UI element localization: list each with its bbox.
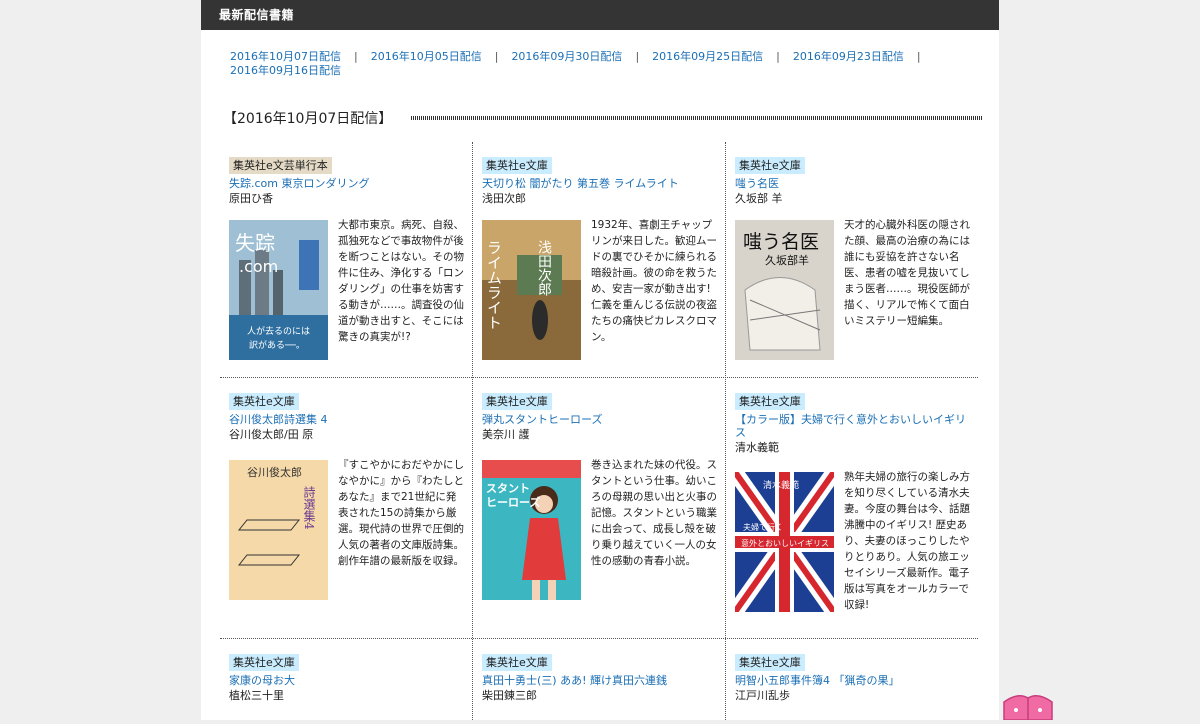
date-link[interactable]: 2016年10月07日配信	[230, 50, 341, 64]
book-author: 美奈川 護	[482, 428, 530, 441]
book-description: 天才的心臓外科医の隠された顔、最高の治療の為には誰にも妥協を許さない名医、患者の…	[844, 219, 970, 327]
book-label: 集英社e文芸単行本	[229, 157, 332, 174]
book-cover-image[interactable]: 失踪 .com 人が去るのには 訳がある──。	[229, 220, 328, 360]
book-card: 集英社e文庫 天切り松 闇がたり 第五巻 ライムライト 浅田次郎 浅田次郎 ライ…	[473, 142, 725, 377]
book-label: 集英社e文庫	[735, 654, 805, 671]
book-cover-image[interactable]: 嗤う名医 久坂部羊	[735, 220, 834, 360]
date-link[interactable]: 2016年09月30日配信	[511, 50, 622, 64]
date-link[interactable]: 2016年10月05日配信	[371, 50, 482, 64]
cover-text: 清水義範	[763, 479, 799, 491]
book-author: 浅田次郎	[482, 192, 526, 205]
cover-text: スタント	[486, 482, 530, 495]
cover-text: 久坂部羊	[765, 253, 809, 267]
book-mascot-icon[interactable]	[998, 684, 1058, 721]
book-description: 『すこやかにおだやかにしなやかに』から『わたしとあなた』まで21世紀に発表された…	[338, 459, 464, 567]
book-card: 集英社e文庫 谷川俊太郎詩選集 4 谷川俊太郎/田 原 谷川俊太郎 詩選集4 『…	[220, 378, 472, 638]
book-author: 久坂部 羊	[735, 192, 783, 205]
book-label: 集英社e文庫	[735, 393, 805, 410]
book-title-link[interactable]: 谷川俊太郎詩選集 4	[229, 413, 463, 426]
book-title-link[interactable]: 真田十勇士(三) ああ! 輝け真田六連銭	[482, 674, 716, 687]
book-description: 巻き込まれた妹の代役。スタントという仕事。幼いころの母親の思い出と火事の記憶。ス…	[591, 459, 717, 567]
book-author: 江戸川乱歩	[735, 689, 790, 702]
cover-text: 人が去るのには	[247, 325, 310, 337]
book-title-link[interactable]: 弾丸スタントヒーローズ	[482, 413, 716, 426]
book-label: 集英社e文庫	[229, 393, 299, 410]
book-author: 柴田錬三郎	[482, 689, 537, 702]
section-divider	[411, 116, 983, 120]
book-description: 熟年夫婦の旅行の楽しみ方を知り尽くしている清水夫妻。今度の舞台は今、話題沸騰中の…	[844, 471, 970, 611]
page-header: 最新配信書籍	[201, 0, 999, 30]
book-description: 大都市東京。病死、自殺、孤独死などで事故物件が後を断つことはない。その物件に住み…	[338, 219, 464, 343]
book-title-link[interactable]: 失踪.com 東京ロンダリング	[229, 177, 463, 190]
page-container: 最新配信書籍 2016年10月07日配信 | 2016年10月05日配信 | 2016年…	[201, 0, 999, 720]
book-label: 集英社e文庫	[482, 393, 552, 410]
book-card: 集英社e文庫 明智小五郎事件簿4 「猟奇の果」 江戸川乱歩	[726, 639, 978, 720]
date-separator: |	[354, 50, 358, 63]
book-cover-image[interactable]: 清水義範 夫婦で行く 意外とおいしいイギリス	[735, 472, 834, 612]
book-label: 集英社e文庫	[229, 654, 299, 671]
cover-text: ライムライト	[485, 240, 503, 330]
date-link[interactable]: 2016年09月23日配信	[793, 50, 904, 64]
book-card: 集英社e文庫 【カラー版】夫婦で行く意外とおいしいイギリス 清水義範 清水義範 …	[726, 378, 978, 638]
date-link[interactable]: 2016年09月16日配信	[230, 64, 341, 78]
date-link[interactable]: 2016年09月25日配信	[652, 50, 763, 64]
book-card: 集英社e文芸単行本 失踪.com 東京ロンダリング 原田ひ香 失踪 .com 人…	[220, 142, 472, 377]
cover-text: .com	[239, 257, 278, 276]
book-title-link[interactable]: 家康の母お大	[229, 674, 463, 687]
date-separator: |	[916, 50, 921, 63]
book-author: 谷川俊太郎/田 原	[229, 428, 314, 441]
book-label: 集英社e文庫	[735, 157, 805, 174]
book-label: 集英社e文庫	[482, 654, 552, 671]
book-cover-image[interactable]: スタント ヒーローズ	[482, 460, 581, 600]
date-separator: |	[494, 50, 499, 63]
book-card: 集英社e文庫 弾丸スタントヒーローズ 美奈川 護 スタント ヒーローズ 巻き込ま…	[473, 378, 725, 638]
date-separator: |	[635, 50, 640, 63]
book-cover-image[interactable]: 浅田次郎 ライムライト	[482, 220, 581, 360]
cover-text: 詩選集4	[302, 486, 316, 530]
cover-text: 訳がある──。	[249, 339, 305, 351]
book-title-link[interactable]: 嗤う名医	[735, 177, 969, 190]
book-author: 原田ひ香	[229, 192, 273, 205]
book-card: 集英社e文庫 真田十勇士(三) ああ! 輝け真田六連銭 柴田錬三郎	[473, 639, 725, 720]
cover-text: 意外とおいしいイギリス	[741, 538, 829, 548]
book-title-link[interactable]: 明智小五郎事件簿4 「猟奇の果」	[735, 674, 969, 687]
cover-text: 失踪	[235, 231, 275, 255]
book-card: 集英社e文庫 嗤う名医 久坂部 羊 嗤う名医 久坂部羊 天才的心臓外科医の隠され…	[726, 142, 978, 377]
book-title-link[interactable]: 天切り松 闇がたり 第五巻 ライムライト	[482, 177, 716, 190]
book-title-link[interactable]: 【カラー版】夫婦で行く意外とおいしいイギリス	[735, 413, 967, 439]
book-label: 集英社e文庫	[482, 157, 552, 174]
cover-text: ヒーローズ	[486, 495, 540, 509]
section-title: 【2016年10月07日配信】	[223, 111, 393, 127]
cover-text: 浅田次郎	[536, 240, 552, 296]
cover-text: 谷川俊太郎	[247, 465, 302, 479]
cover-text: 夫婦で行く	[743, 522, 783, 532]
book-card: 集英社e文庫 家康の母お大 植松三十里	[220, 639, 472, 720]
header-title: 最新配信書籍	[219, 8, 295, 22]
book-description: 1932年、喜劇王チャップリンが来日した。歓迎ムードの裏でひそかに練られる暗殺計…	[591, 219, 717, 343]
date-navigation: 2016年10月07日配信 | 2016年10月05日配信 | 2016年09月30日配…	[230, 50, 950, 78]
book-cover-image[interactable]: 谷川俊太郎 詩選集4	[229, 460, 328, 600]
cover-text: 嗤う名医	[743, 231, 819, 253]
date-separator: |	[776, 50, 780, 63]
book-author: 植松三十里	[229, 689, 284, 702]
book-author: 清水義範	[735, 441, 779, 454]
